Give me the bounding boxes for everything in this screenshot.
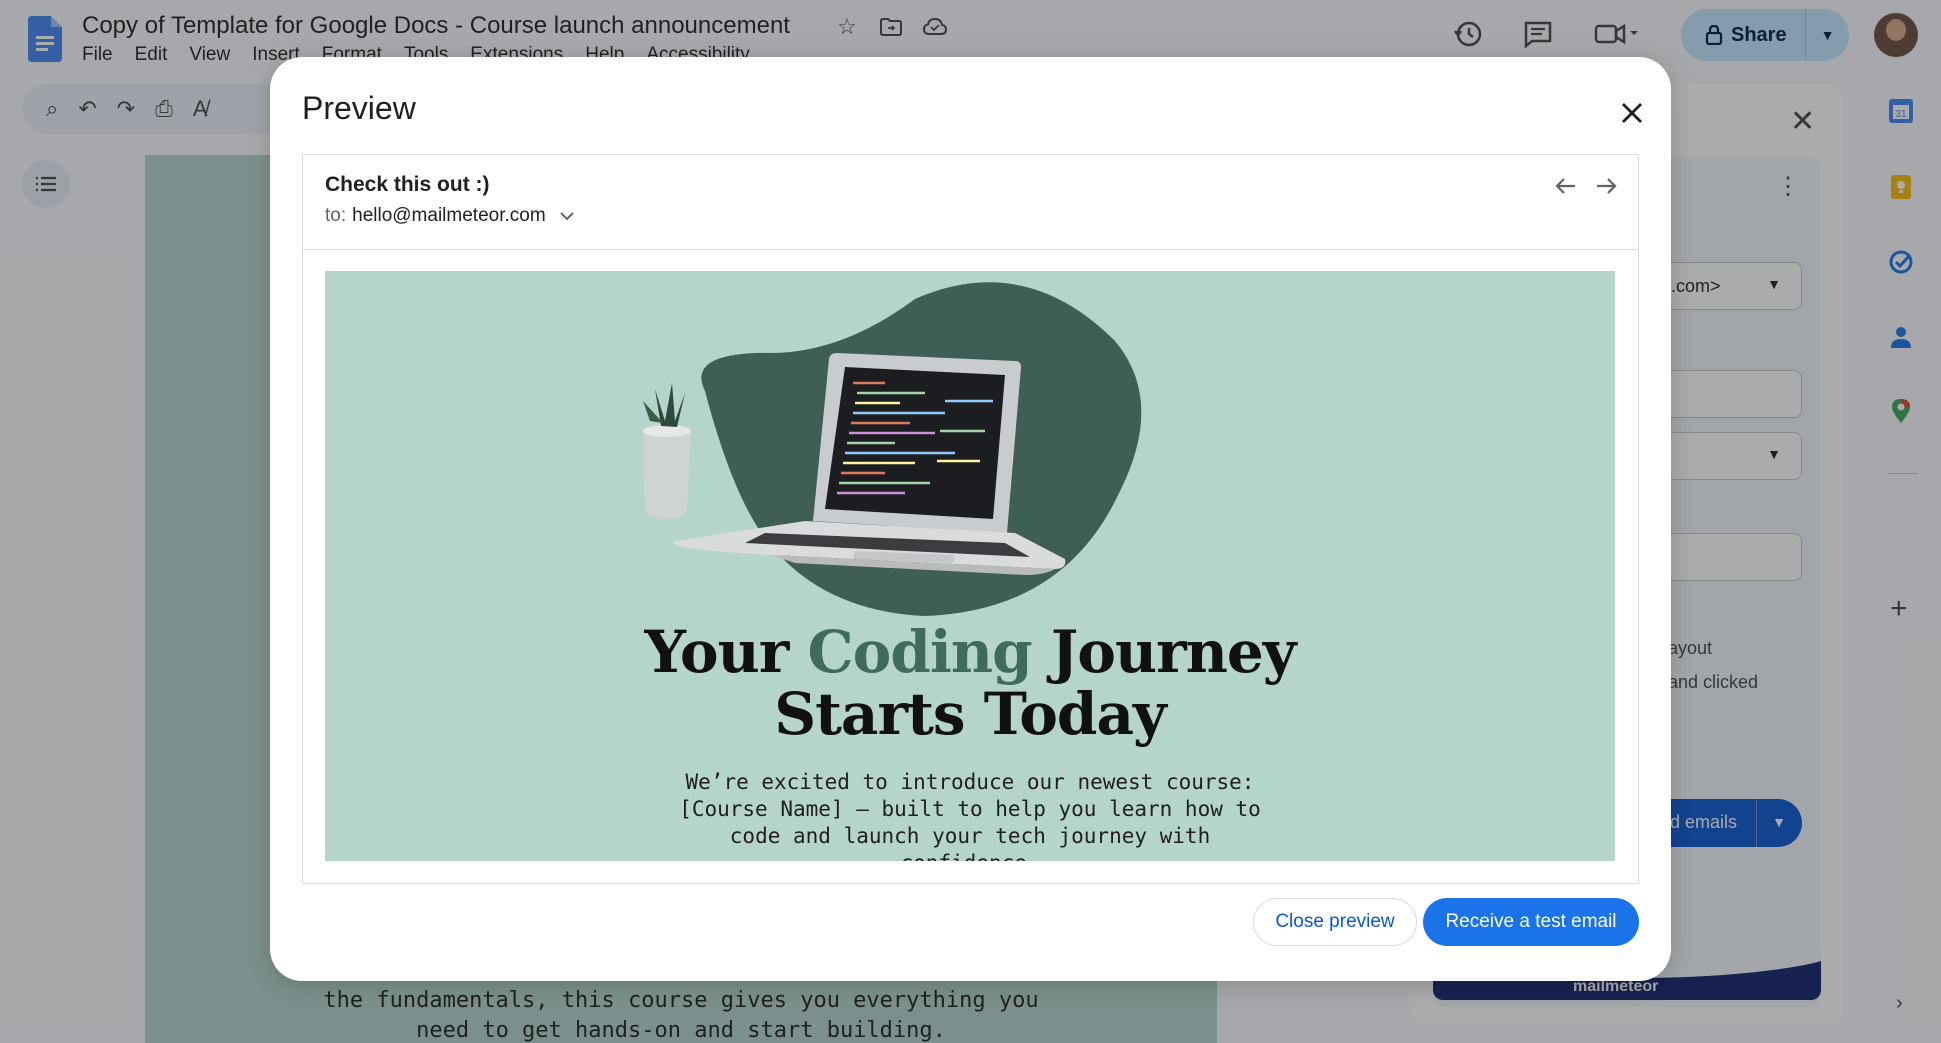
- hero-laptop-illustration: [643, 282, 1142, 616]
- close-preview-button[interactable]: Close preview: [1253, 898, 1417, 946]
- dialog-title: Preview: [302, 90, 416, 126]
- email-preview: Check this out :) to: hello@mailmeteor.c…: [302, 154, 1639, 884]
- email-subject: Check this out :): [325, 173, 490, 196]
- email-header: Check this out :) to: hello@mailmeteor.c…: [303, 155, 1638, 250]
- email-headline: Your Coding Journey Starts Today: [644, 618, 1297, 748]
- previous-recipient-arrow-icon[interactable]: [1553, 173, 1579, 199]
- preview-dialog: Preview Check this out :) to: hello@mail…: [270, 57, 1671, 981]
- email-content: Your Coding Journey Starts Today We’re e…: [325, 271, 1615, 861]
- recipient-address: hello@mailmeteor.com: [352, 205, 546, 226]
- email-intro-text: We’re excited to introduce our newest co…: [679, 770, 1261, 861]
- close-icon[interactable]: [1614, 95, 1650, 131]
- next-recipient-arrow-icon[interactable]: [1593, 173, 1619, 199]
- receive-test-email-button[interactable]: Receive a test email: [1423, 898, 1639, 946]
- recipient-line: to: hello@mailmeteor.com: [325, 205, 576, 227]
- to-prefix: to:: [325, 205, 347, 226]
- chevron-down-icon[interactable]: [558, 207, 576, 225]
